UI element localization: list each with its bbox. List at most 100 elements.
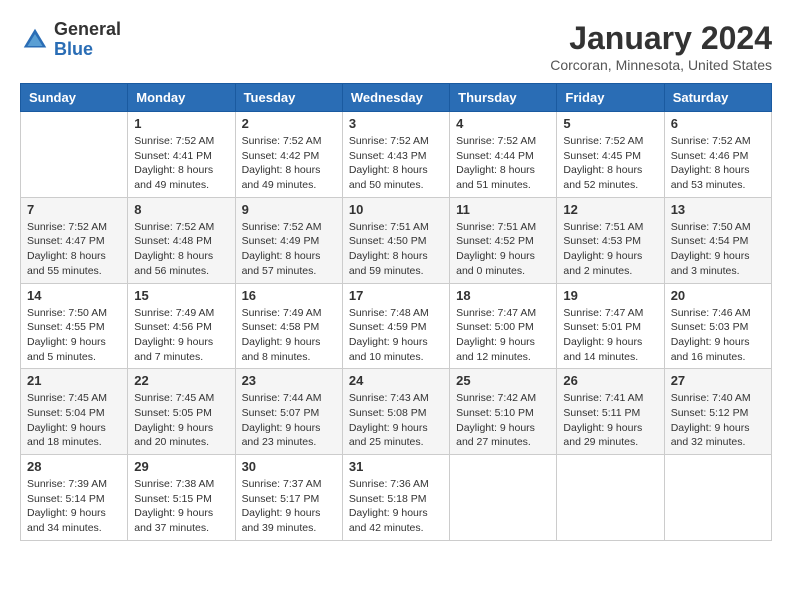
day-number: 18: [456, 288, 550, 303]
logo-general: General: [54, 20, 121, 40]
day-info: Sunrise: 7:38 AMSunset: 5:15 PMDaylight:…: [134, 477, 228, 536]
calendar-cell: 15 Sunrise: 7:49 AMSunset: 4:56 PMDayligh…: [128, 283, 235, 369]
calendar-cell: 4 Sunrise: 7:52 AMSunset: 4:44 PMDaylight…: [450, 112, 557, 198]
calendar-cell: 23Sunrise: 7:44 AMSunset: 5:07 PMDayligh…: [235, 369, 342, 455]
day-number: 31: [349, 459, 443, 474]
calendar-header-wednesday: Wednesday: [342, 84, 449, 112]
calendar-cell: [450, 455, 557, 541]
calendar-cell: 7Sunrise: 7:52 AMSunset: 4:47 PMDaylight…: [21, 197, 128, 283]
day-info: Sunrise: 7:51 AMSunset: 4:53 PMDaylight:…: [563, 220, 657, 279]
logo-text: General Blue: [54, 20, 121, 60]
day-number: 5: [563, 116, 657, 131]
day-number: 25: [456, 373, 550, 388]
calendar-cell: 24 Sunrise: 7:43 AMSunset: 5:08 PMDayligh…: [342, 369, 449, 455]
day-info: Sunrise: 7:52 AMSunset: 4:42 PMDaylight:…: [242, 134, 336, 193]
day-info: Sunrise: 7:51 AMSunset: 4:50 PMDaylight:…: [349, 220, 443, 279]
calendar-cell: 5 Sunrise: 7:52 AMSunset: 4:45 PMDaylight…: [557, 112, 664, 198]
day-number: 24: [349, 373, 443, 388]
logo-blue: Blue: [54, 40, 121, 60]
calendar-header-friday: Friday: [557, 84, 664, 112]
day-info: Sunrise: 7:52 AMSunset: 4:45 PMDaylight:…: [563, 134, 657, 193]
day-number: 22: [134, 373, 228, 388]
calendar-cell: 10Sunrise: 7:51 AMSunset: 4:50 PMDayligh…: [342, 197, 449, 283]
day-number: 26: [563, 373, 657, 388]
calendar-cell: 18 Sunrise: 7:47 AMSunset: 5:00 PMDayligh…: [450, 283, 557, 369]
day-info: Sunrise: 7:52 AMSunset: 4:44 PMDaylight:…: [456, 134, 550, 193]
day-info: Sunrise: 7:50 AMSunset: 4:55 PMDaylight:…: [27, 306, 121, 365]
day-info: Sunrise: 7:45 AMSunset: 5:05 PMDaylight:…: [134, 391, 228, 450]
calendar-header-thursday: Thursday: [450, 84, 557, 112]
calendar-cell: [664, 455, 771, 541]
calendar-week-4: 28Sunrise: 7:39 AMSunset: 5:14 PMDayligh…: [21, 455, 772, 541]
day-info: Sunrise: 7:49 AMSunset: 4:56 PMDaylight:…: [134, 306, 228, 365]
day-info: Sunrise: 7:44 AMSunset: 5:07 PMDaylight:…: [242, 391, 336, 450]
day-info: Sunrise: 7:40 AMSunset: 5:12 PMDaylight:…: [671, 391, 765, 450]
day-info: Sunrise: 7:36 AMSunset: 5:18 PMDaylight:…: [349, 477, 443, 536]
calendar-cell: 26 Sunrise: 7:41 AMSunset: 5:11 PMDayligh…: [557, 369, 664, 455]
calendar-cell: [557, 455, 664, 541]
day-info: Sunrise: 7:52 AMSunset: 4:46 PMDaylight:…: [671, 134, 765, 193]
day-number: 1: [134, 116, 228, 131]
calendar-cell: 27 Sunrise: 7:40 AMSunset: 5:12 PMDayligh…: [664, 369, 771, 455]
day-number: 19: [563, 288, 657, 303]
day-number: 9: [242, 202, 336, 217]
calendar-header-sunday: Sunday: [21, 84, 128, 112]
day-number: 4: [456, 116, 550, 131]
calendar-week-0: 1 Sunrise: 7:52 AMSunset: 4:41 PMDaylight…: [21, 112, 772, 198]
day-number: 29: [134, 459, 228, 474]
day-info: Sunrise: 7:43 AMSunset: 5:08 PMDaylight:…: [349, 391, 443, 450]
day-info: Sunrise: 7:47 AMSunset: 5:01 PMDaylight:…: [563, 306, 657, 365]
day-info: Sunrise: 7:49 AMSunset: 4:58 PMDaylight:…: [242, 306, 336, 365]
calendar-cell: 22 Sunrise: 7:45 AMSunset: 5:05 PMDayligh…: [128, 369, 235, 455]
day-info: Sunrise: 7:51 AMSunset: 4:52 PMDaylight:…: [456, 220, 550, 279]
day-info: Sunrise: 7:46 AMSunset: 5:03 PMDaylight:…: [671, 306, 765, 365]
logo: General Blue: [20, 20, 121, 60]
day-number: 17: [349, 288, 443, 303]
calendar-cell: 13 Sunrise: 7:50 AMSunset: 4:54 PMDayligh…: [664, 197, 771, 283]
calendar-cell: 11 Sunrise: 7:51 AMSunset: 4:52 PMDayligh…: [450, 197, 557, 283]
calendar-cell: 9 Sunrise: 7:52 AMSunset: 4:49 PMDaylight…: [235, 197, 342, 283]
calendar-cell: 2Sunrise: 7:52 AMSunset: 4:42 PMDaylight…: [235, 112, 342, 198]
day-number: 11: [456, 202, 550, 217]
day-info: Sunrise: 7:52 AMSunset: 4:48 PMDaylight:…: [134, 220, 228, 279]
title-block: January 2024 Corcoran, Minnesota, United…: [550, 20, 772, 73]
calendar: SundayMondayTuesdayWednesdayThursdayFrid…: [20, 83, 772, 541]
calendar-cell: 29 Sunrise: 7:38 AMSunset: 5:15 PMDayligh…: [128, 455, 235, 541]
calendar-cell: [21, 112, 128, 198]
location: Corcoran, Minnesota, United States: [550, 57, 772, 73]
day-info: Sunrise: 7:42 AMSunset: 5:10 PMDaylight:…: [456, 391, 550, 450]
day-info: Sunrise: 7:45 AMSunset: 5:04 PMDaylight:…: [27, 391, 121, 450]
calendar-cell: 12 Sunrise: 7:51 AMSunset: 4:53 PMDayligh…: [557, 197, 664, 283]
calendar-header-monday: Monday: [128, 84, 235, 112]
day-number: 27: [671, 373, 765, 388]
day-number: 14: [27, 288, 121, 303]
calendar-header-saturday: Saturday: [664, 84, 771, 112]
month-title: January 2024: [550, 20, 772, 57]
page-header: General Blue January 2024 Corcoran, Minn…: [20, 20, 772, 73]
day-number: 7: [27, 202, 121, 217]
logo-icon: [20, 25, 50, 55]
day-number: 16: [242, 288, 336, 303]
day-info: Sunrise: 7:37 AMSunset: 5:17 PMDaylight:…: [242, 477, 336, 536]
day-number: 30: [242, 459, 336, 474]
calendar-cell: 8 Sunrise: 7:52 AMSunset: 4:48 PMDaylight…: [128, 197, 235, 283]
calendar-cell: 25 Sunrise: 7:42 AMSunset: 5:10 PMDayligh…: [450, 369, 557, 455]
day-number: 15: [134, 288, 228, 303]
day-number: 13: [671, 202, 765, 217]
calendar-cell: 30 Sunrise: 7:37 AMSunset: 5:17 PMDayligh…: [235, 455, 342, 541]
day-info: Sunrise: 7:52 AMSunset: 4:49 PMDaylight:…: [242, 220, 336, 279]
day-info: Sunrise: 7:47 AMSunset: 5:00 PMDaylight:…: [456, 306, 550, 365]
calendar-cell: 1 Sunrise: 7:52 AMSunset: 4:41 PMDaylight…: [128, 112, 235, 198]
day-number: 6: [671, 116, 765, 131]
day-info: Sunrise: 7:50 AMSunset: 4:54 PMDaylight:…: [671, 220, 765, 279]
calendar-cell: 17Sunrise: 7:48 AMSunset: 4:59 PMDayligh…: [342, 283, 449, 369]
day-number: 20: [671, 288, 765, 303]
day-info: Sunrise: 7:41 AMSunset: 5:11 PMDaylight:…: [563, 391, 657, 450]
calendar-cell: 14 Sunrise: 7:50 AMSunset: 4:55 PMDayligh…: [21, 283, 128, 369]
day-number: 12: [563, 202, 657, 217]
day-info: Sunrise: 7:52 AMSunset: 4:41 PMDaylight:…: [134, 134, 228, 193]
day-number: 28: [27, 459, 121, 474]
day-number: 3: [349, 116, 443, 131]
day-number: 8: [134, 202, 228, 217]
calendar-header-tuesday: Tuesday: [235, 84, 342, 112]
